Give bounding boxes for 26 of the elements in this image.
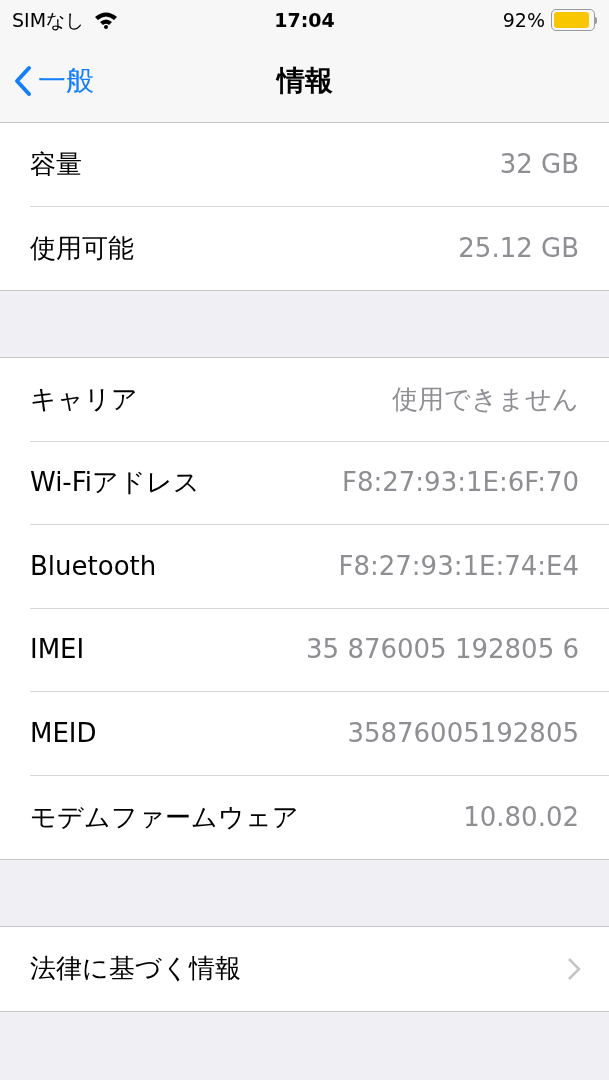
chevron-right-icon xyxy=(567,956,581,981)
back-button[interactable]: 一般 xyxy=(14,60,94,102)
row-value: 使用できません xyxy=(392,382,579,416)
row-label: Wi-Fiアドレス xyxy=(30,466,201,500)
row-value: 25.12 GB xyxy=(458,231,579,265)
row-value: 35876005192805 xyxy=(347,716,579,750)
row-value: 32 GB xyxy=(499,147,579,181)
row-value: F8:27:93:1E:74:E4 xyxy=(338,549,579,583)
wifi-icon xyxy=(94,11,119,29)
row-value: 35 876005 192805 6 xyxy=(306,633,579,667)
row-label: MEID xyxy=(30,716,97,750)
row-label: キャリア xyxy=(30,382,138,416)
row-label: 容量 xyxy=(30,147,82,181)
battery-percent: 92% xyxy=(502,7,545,33)
row-label: IMEI xyxy=(30,633,85,667)
chevron-left-icon xyxy=(14,65,32,97)
clock-time: 17:04 xyxy=(274,7,335,33)
row-value: 10.80.02 xyxy=(463,800,579,834)
carrier-text: SIMなし xyxy=(12,7,85,33)
nav-title: 情報 xyxy=(276,63,333,99)
row-label: モデムファームウェア xyxy=(30,800,299,834)
row-label: Bluetooth xyxy=(30,549,157,583)
battery-icon xyxy=(551,9,597,31)
row-label: 法律に基づく情報 xyxy=(30,952,241,986)
row-label: 使用可能 xyxy=(30,231,134,265)
row-value: F8:27:93:1E:6F:70 xyxy=(342,466,579,500)
